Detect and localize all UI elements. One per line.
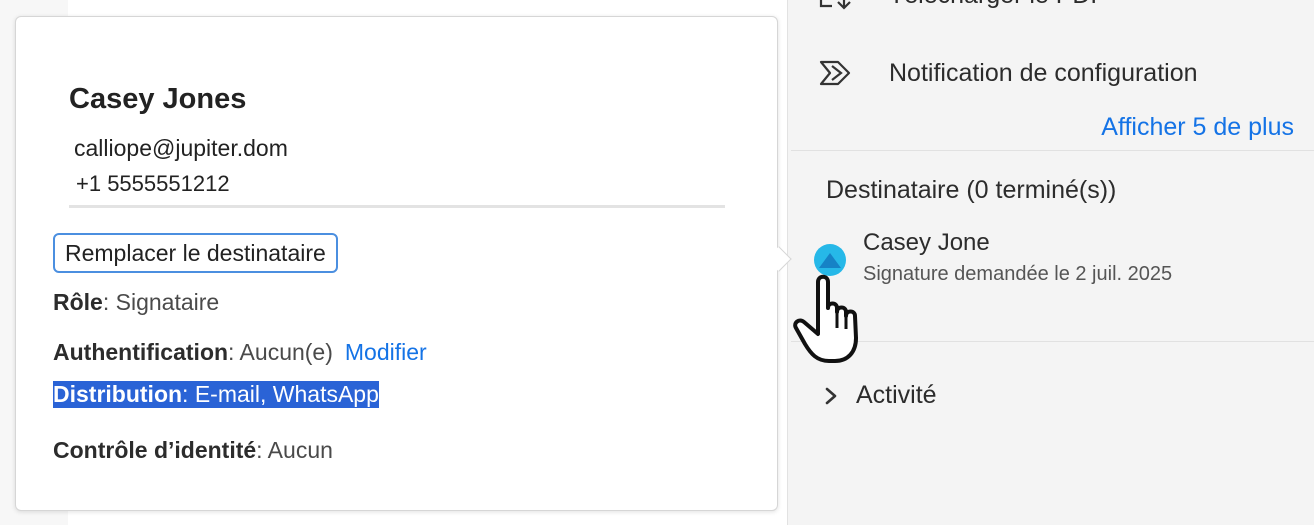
authentication-field: Authentification: Aucun(e) Modifier (53, 339, 427, 366)
recipients-heading: Destinataire (0 terminé(s)) (826, 176, 1117, 204)
role-key: Rôle (53, 289, 103, 315)
distribution-field: Distribution: E-mail, WhatsApp (53, 381, 379, 408)
activity-label: Activité (856, 381, 937, 409)
chevron-right-icon (825, 387, 837, 404)
identity-check-key: Contrôle d’identité (53, 437, 257, 463)
identity-check-value: : Aucun (256, 437, 333, 463)
role-field: Rôle: Signataire (53, 289, 219, 316)
notification-config-action[interactable]: Notification de configuration (818, 58, 1198, 88)
right-panel: Télécharger le PDF Notification de confi… (787, 0, 1314, 525)
divider (69, 205, 725, 208)
recipient-details-popover: Casey Jones calliope@jupiter.dom +1 5555… (15, 16, 778, 511)
authentication-value: : Aucun(e) (228, 339, 333, 365)
authentication-key: Authentification (53, 339, 229, 365)
recipient-phone: +1 5555551212 (76, 171, 230, 196)
download-pdf-icon (819, 0, 851, 10)
replace-recipient-button[interactable]: Remplacer le destinataire (53, 233, 338, 273)
recipient-email: calliope@jupiter.dom (74, 135, 288, 161)
notification-config-icon (819, 60, 851, 86)
modify-authentication-link[interactable]: Modifier (345, 339, 427, 365)
recipient-full-name: Casey Jones (69, 83, 247, 115)
download-pdf-label: Télécharger le PDF (889, 0, 1106, 10)
show-more-link[interactable]: Afficher 5 de plus (1101, 113, 1294, 142)
notification-config-label: Notification de configuration (889, 58, 1198, 87)
identity-check-field: Contrôle d’identité: Aucun (53, 437, 333, 464)
divider (791, 150, 1314, 151)
distribution-key: Distribution (53, 381, 183, 407)
role-value: : Signataire (102, 289, 220, 315)
divider (791, 341, 1314, 342)
avatar-triangle-icon (819, 253, 841, 268)
recipient-name[interactable]: Casey Jone (863, 229, 990, 257)
hand-pointer-cursor-icon (793, 274, 858, 363)
distribution-value: : E-mail, WhatsApp (182, 381, 379, 407)
download-pdf-action[interactable]: Télécharger le PDF (818, 0, 1106, 10)
recipient-status: Signature demandée le 2 juil. 2025 (863, 263, 1173, 285)
activity-toggle[interactable]: Activité (824, 381, 937, 410)
